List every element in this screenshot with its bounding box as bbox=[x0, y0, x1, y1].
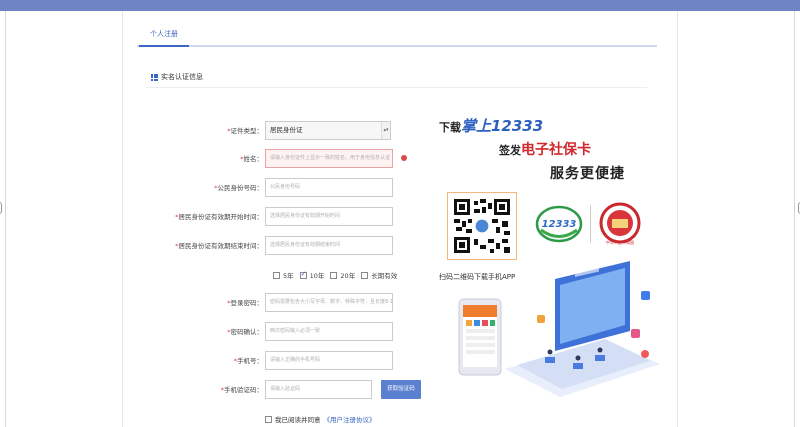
left-edge bbox=[0, 11, 6, 427]
id-number-label: *公民身份号码： bbox=[214, 184, 263, 192]
valid-end-row: *居民身份证有效期结束时间： 选择居民身份证有效期结束时间 bbox=[123, 236, 423, 256]
promo-line-2: 签发电子社保卡 bbox=[499, 142, 591, 158]
promo-line-3: 服务更便捷 bbox=[550, 166, 625, 182]
password-input[interactable]: 密码需要包含大小写字母、数字、特殊字符，且长度8-16位 bbox=[265, 293, 393, 312]
tab-personal-registration[interactable]: 个人注册 bbox=[139, 25, 189, 47]
checkbox[interactable] bbox=[273, 271, 280, 279]
app-illustration bbox=[458, 259, 660, 397]
tab-bar: 个人注册 bbox=[137, 25, 657, 47]
valid-end-input[interactable]: 选择居民身份证有效期结束时间 bbox=[265, 236, 393, 255]
divider bbox=[147, 87, 647, 88]
name-row: *姓名： 请输入身份证件上显示一致的姓名，用于身份信息认证 bbox=[123, 149, 423, 169]
password-confirm-input[interactable]: 两次密码输入必须一致 bbox=[265, 322, 393, 341]
grid-icon bbox=[151, 73, 158, 81]
chevron-down-icon: ▴▾ bbox=[381, 122, 390, 139]
option-20-years[interactable]: 20年 bbox=[330, 270, 355, 280]
emblem-logo-icon: 中华人民共和国 bbox=[599, 202, 641, 245]
agree-checkbox[interactable] bbox=[265, 415, 272, 423]
checkbox[interactable] bbox=[361, 271, 369, 279]
promo-line-1: 下载掌上12333 bbox=[439, 117, 544, 135]
promo-panel: 下载掌上12333 签发电子社保卡 服务更便捷 12333 中华人民共和国 扫码… bbox=[423, 91, 663, 411]
right-edge bbox=[794, 11, 800, 427]
phone-input[interactable]: 请输入正确的手机号码 bbox=[265, 351, 393, 370]
id-number-row: *公民身份号码： 公民身份号码 bbox=[123, 178, 423, 198]
user-agreement-link[interactable]: 《用户注册协议》 bbox=[324, 414, 376, 424]
valid-end-label: *居民身份证有效期结束时间： bbox=[175, 242, 263, 250]
id-type-select[interactable]: 居民身份证 ▴▾ bbox=[265, 121, 391, 140]
name-label: *姓名： bbox=[240, 155, 263, 163]
valid-start-label: *居民身份证有效期开始时间： bbox=[175, 213, 263, 221]
agreement: 我已阅读并同意 《用户注册协议》 bbox=[265, 414, 376, 424]
id-type-label: *证件类型： bbox=[227, 127, 263, 135]
agree-text: 我已阅读并同意 bbox=[275, 416, 321, 424]
password-confirm-row: *密码确认： 两次密码输入必须一致 bbox=[123, 322, 423, 342]
svg-text:中华人民共和国: 中华人民共和国 bbox=[606, 239, 634, 245]
option-10-years[interactable]: 10年 bbox=[299, 270, 324, 280]
option-long-term[interactable]: 长期有效 bbox=[361, 270, 397, 280]
12333-logo-icon: 12333 bbox=[535, 205, 583, 243]
valid-start-row: *居民身份证有效期开始时间： 选择居民身份证有效期开始时间 bbox=[123, 207, 423, 227]
logo-separator bbox=[590, 205, 591, 243]
password-confirm-label: *密码确认： bbox=[227, 328, 263, 336]
sms-code-input[interactable]: 请输入验证码 bbox=[265, 380, 372, 399]
checkbox[interactable] bbox=[330, 271, 338, 279]
top-bar bbox=[0, 0, 800, 11]
section-header: 实名认证信息 bbox=[151, 72, 203, 82]
phone-label: *手机号： bbox=[233, 357, 263, 365]
id-type-row: *证件类型： 居民身份证 ▴▾ bbox=[123, 121, 423, 141]
registration-page: 个人注册 实名认证信息 *证件类型： 居民身份证 ▴▾ *姓名： 请输入身份证件… bbox=[122, 11, 678, 427]
get-code-button[interactable]: 获取验证码 bbox=[381, 380, 421, 399]
svg-text:12333: 12333 bbox=[542, 219, 577, 230]
id-type-value: 居民身份证 bbox=[270, 126, 303, 134]
name-input[interactable]: 请输入身份证件上显示一致的姓名，用于身份信息认证 bbox=[265, 149, 393, 168]
sms-code-label: *手机验证码： bbox=[220, 386, 263, 394]
qr-code-image bbox=[452, 197, 512, 255]
qr-code bbox=[447, 192, 517, 260]
phone-row: *手机号： 请输入正确的手机号码 bbox=[123, 351, 423, 371]
valid-start-input[interactable]: 选择居民身份证有效期开始时间 bbox=[265, 207, 393, 226]
validity-period-options: 5年 10年 20年 长期有效 bbox=[273, 270, 397, 280]
password-label: *登录密码： bbox=[227, 299, 263, 307]
id-number-input[interactable]: 公民身份号码 bbox=[265, 178, 393, 197]
sms-code-row: *手机验证码： 请输入验证码 获取验证码 bbox=[123, 380, 423, 400]
section-title: 实名认证信息 bbox=[161, 73, 203, 81]
password-row: *登录密码： 密码需要包含大小写字母、数字、特殊字符，且长度8-16位 bbox=[123, 293, 423, 313]
checkbox-checked[interactable] bbox=[299, 270, 307, 279]
option-5-years[interactable]: 5年 bbox=[273, 270, 294, 280]
error-icon bbox=[401, 155, 407, 161]
left-scroll-handle[interactable] bbox=[0, 202, 2, 214]
